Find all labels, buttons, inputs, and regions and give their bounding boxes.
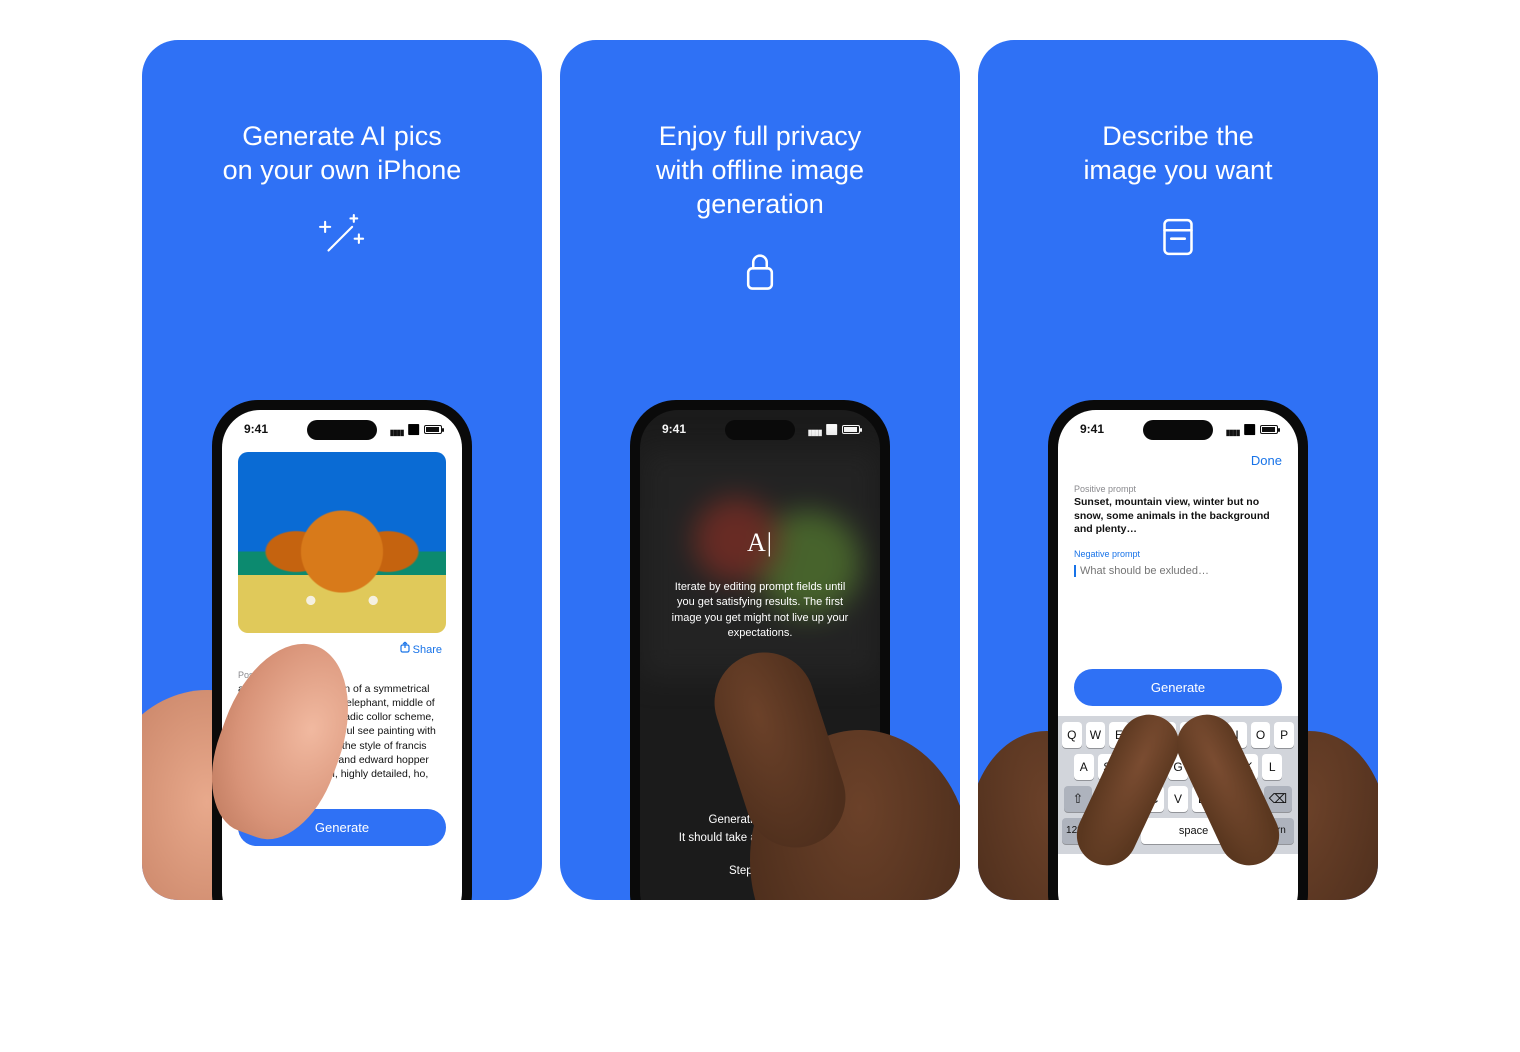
- space-key[interactable]: space: [1141, 818, 1247, 844]
- promo-card-1: Generate AI pics on your own iPhone 9:41: [142, 40, 542, 900]
- status-icons: [390, 422, 442, 436]
- wifi-icon: [826, 422, 838, 436]
- key-j[interactable]: J: [1215, 754, 1235, 780]
- headline: Generate AI pics on your own iPhone: [142, 40, 542, 206]
- negative-prompt-label: Negative prompt: [1074, 549, 1282, 559]
- signal-icon: [808, 424, 822, 434]
- sparkles-wand-icon: [142, 210, 542, 264]
- key-a[interactable]: A: [1074, 754, 1094, 780]
- phone-mockup: 9:41 Share Positive prompt a portrait an…: [212, 400, 472, 900]
- key-u[interactable]: U: [1204, 722, 1224, 748]
- return-key[interactable]: return: [1252, 818, 1294, 844]
- globe-key[interactable]: 🌐: [1092, 818, 1111, 844]
- battery-icon: [424, 425, 442, 434]
- generate-button[interactable]: Generate: [1074, 669, 1282, 706]
- delete-key[interactable]: ⌫: [1264, 786, 1292, 812]
- key-w[interactable]: W: [1086, 722, 1106, 748]
- generate-button[interactable]: Generate: [238, 809, 446, 846]
- shift-key[interactable]: ⇧: [1064, 786, 1092, 812]
- status-icons: [1226, 422, 1278, 436]
- key-p[interactable]: P: [1274, 722, 1294, 748]
- done-button[interactable]: Done: [1251, 453, 1282, 468]
- key-d[interactable]: D: [1121, 754, 1141, 780]
- status-time: 9:41: [1080, 422, 1104, 436]
- text-cursor-icon: A|: [660, 528, 860, 558]
- key-h[interactable]: H: [1192, 754, 1212, 780]
- share-button[interactable]: Share: [413, 644, 442, 656]
- key-l[interactable]: L: [1262, 754, 1282, 780]
- generating-status-line-1: Generating image…: [640, 811, 880, 829]
- key-b[interactable]: B: [1192, 786, 1212, 812]
- key-g[interactable]: G: [1168, 754, 1188, 780]
- key-y[interactable]: Y: [1180, 722, 1200, 748]
- key-o[interactable]: O: [1251, 722, 1271, 748]
- key-i[interactable]: I: [1227, 722, 1247, 748]
- generation-step: Step 6 of 25: [640, 862, 880, 880]
- signal-icon: [390, 424, 404, 434]
- promo-card-3: Describe the image you want 9:41 Done: [978, 40, 1378, 900]
- headline: Describe the image you want: [978, 40, 1378, 206]
- phone-mockup: 9:41 A| Iterate by editing prompt fields…: [630, 400, 890, 900]
- key-c[interactable]: C: [1144, 786, 1164, 812]
- positive-prompt-value[interactable]: Sunset, mountain view, winter but no sno…: [1074, 496, 1282, 537]
- mic-key[interactable]: 🎤: [1116, 818, 1135, 844]
- status-time: 9:41: [662, 422, 686, 436]
- key-v[interactable]: V: [1168, 786, 1188, 812]
- key-e[interactable]: E: [1109, 722, 1129, 748]
- key-s[interactable]: S: [1098, 754, 1118, 780]
- onboarding-tip: Iterate by editing prompt fields until y…: [660, 580, 860, 642]
- negative-prompt-input[interactable]: [1074, 565, 1282, 577]
- key-n[interactable]: N: [1216, 786, 1236, 812]
- status-icons: [808, 422, 860, 436]
- battery-icon: [842, 425, 860, 434]
- key-m[interactable]: M: [1240, 786, 1260, 812]
- key-x[interactable]: X: [1120, 786, 1140, 812]
- battery-icon: [1260, 425, 1278, 434]
- signal-icon: [1226, 424, 1240, 434]
- generating-status-line-2: It should take about 30 seconds: [640, 829, 880, 847]
- key-r[interactable]: R: [1133, 722, 1153, 748]
- ios-keyboard[interactable]: QWERTYUIOP ASDFGHJKL ⇧ ZXCVBNM ⌫ 123 🌐 🎤…: [1058, 716, 1298, 854]
- status-time: 9:41: [244, 422, 268, 436]
- key-z[interactable]: Z: [1096, 786, 1116, 812]
- lock-icon: [560, 243, 960, 297]
- promo-card-2: Enjoy full privacy with offline image ge…: [560, 40, 960, 900]
- phone-mockup: 9:41 Done Positive prompt Sunset, mounta…: [1048, 400, 1308, 900]
- key-f[interactable]: F: [1145, 754, 1165, 780]
- generated-image-preview: [238, 452, 446, 633]
- key-q[interactable]: Q: [1062, 722, 1082, 748]
- key-t[interactable]: T: [1156, 722, 1176, 748]
- key-k[interactable]: K: [1239, 754, 1259, 780]
- wifi-icon: [1244, 422, 1256, 436]
- share-icon[interactable]: [400, 641, 410, 656]
- numbers-key[interactable]: 123: [1062, 818, 1087, 844]
- positive-prompt-label: Positive prompt: [1074, 484, 1282, 494]
- positive-prompt-label: Positive prompt: [238, 670, 446, 680]
- headline: Enjoy full privacy with offline image ge…: [560, 40, 960, 239]
- wifi-icon: [408, 422, 420, 436]
- positive-prompt-value[interactable]: a portrait and illustration of a symmetr…: [238, 682, 446, 795]
- note-icon: [978, 210, 1378, 264]
